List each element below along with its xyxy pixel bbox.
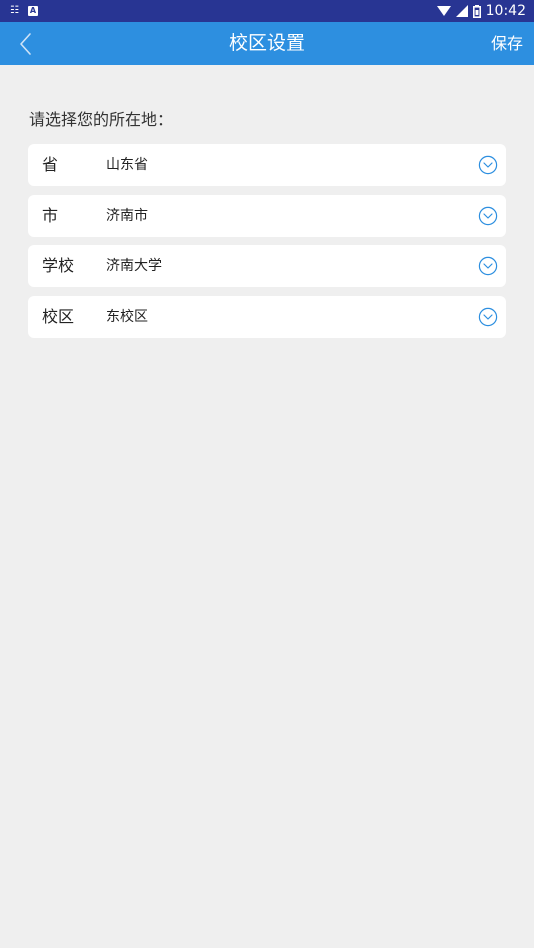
text-app-icon: A [27,6,38,16]
city-select[interactable]: 市 济南市 [28,194,506,237]
nav-bar: 校区设置 保存 [0,22,534,65]
status-bar: ☷ A 10:42 [0,0,534,22]
save-button[interactable]: 保存 [491,22,523,65]
campus-value: 东校区 [106,308,148,325]
province-select[interactable]: 省 山东省 [28,144,506,186]
city-value: 济南市 [106,207,148,224]
notification-app-icon: ☷ [10,5,19,16]
school-value: 济南大学 [106,258,162,274]
chevron-down-circle-icon[interactable] [478,256,498,276]
province-value: 山东省 [106,157,148,173]
status-right-icons: 10:42 [436,2,526,20]
province-label: 省 [42,155,59,174]
chevron-down-circle-icon[interactable] [478,155,498,175]
campus-label: 校区 [42,306,75,326]
school-label: 学校 [42,256,75,275]
city-label: 市 [42,205,59,225]
cell-signal-icon [455,5,468,17]
chevron-down-circle-icon[interactable] [478,307,498,327]
location-form: 省 山东省 市 济南市 学校 济南大学 校区 东校区 [28,144,506,346]
location-prompt: 请选择您的所在地： [29,110,174,129]
chevron-down-circle-icon[interactable] [478,206,498,226]
status-time: 10:42 [485,3,526,19]
wifi-icon [436,6,451,16]
battery-icon [472,4,481,18]
campus-select[interactable]: 校区 东校区 [28,295,506,338]
status-left-icons: ☷ A [10,4,38,18]
school-select[interactable]: 学校 济南大学 [28,245,506,287]
page-title: 校区设置 [228,32,305,54]
